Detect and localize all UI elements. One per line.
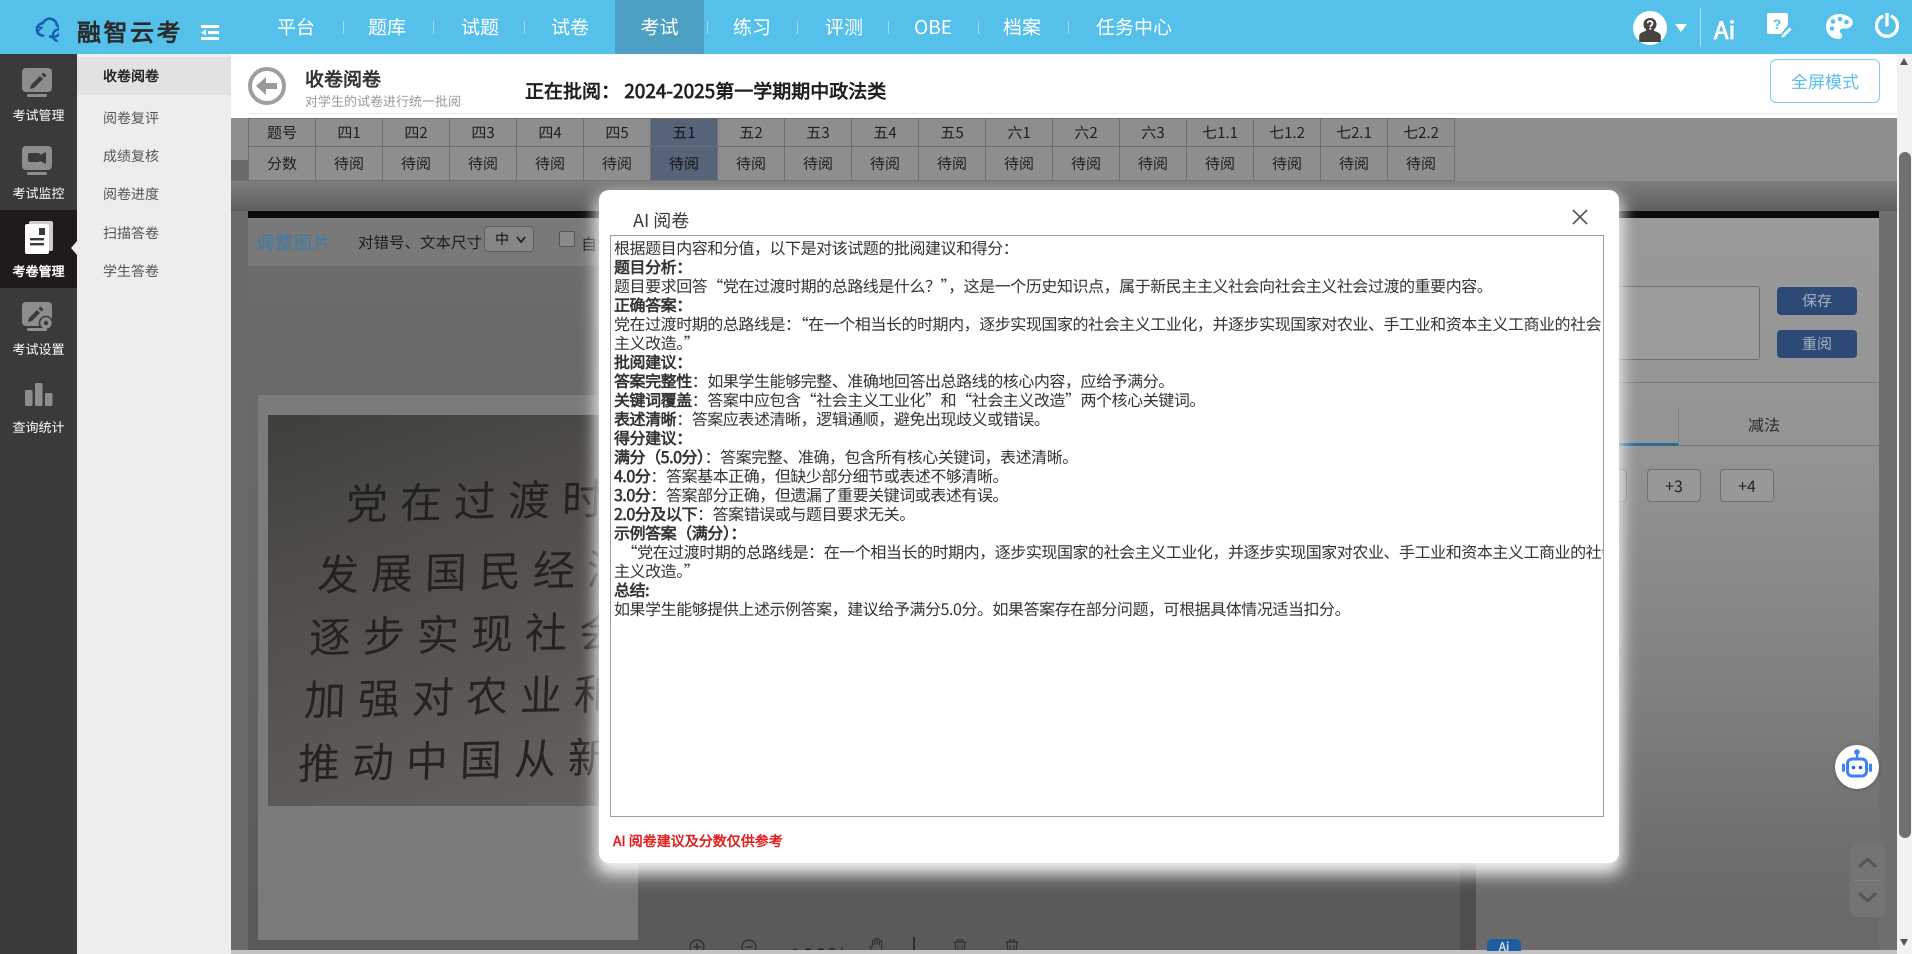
svg-text:?: ?: [1773, 16, 1782, 32]
